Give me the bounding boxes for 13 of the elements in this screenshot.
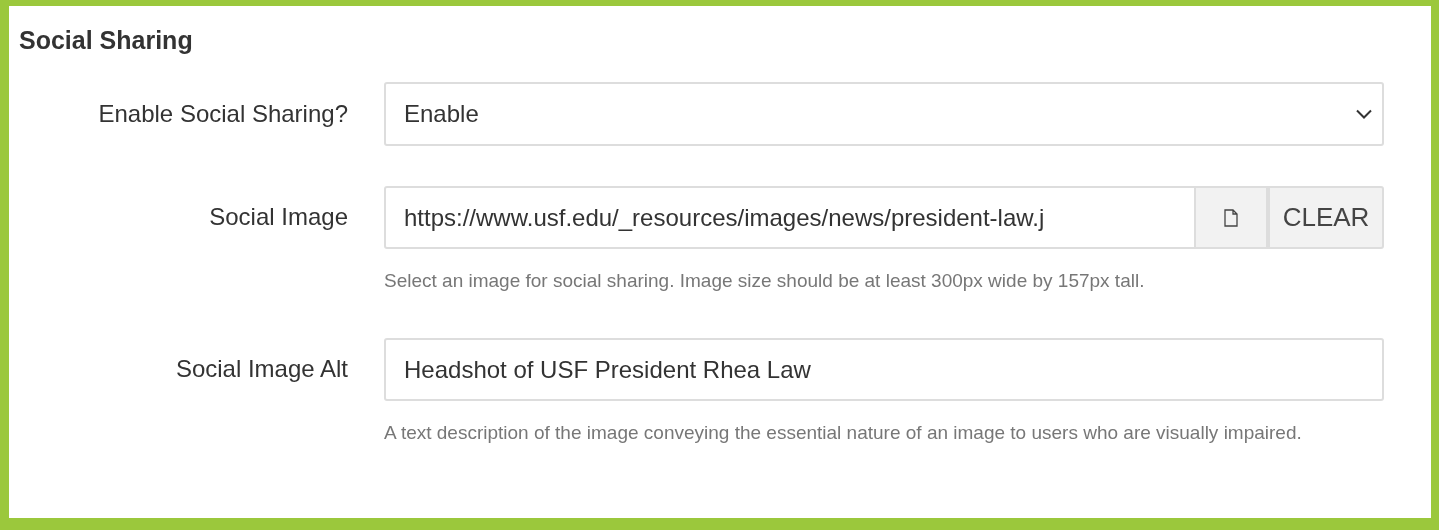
select-dropdown[interactable]: Enable bbox=[384, 82, 1384, 146]
text-input-field[interactable]: Headshot of USF President Rhea Law bbox=[384, 338, 1384, 401]
field-label: Social Image bbox=[208, 202, 349, 232]
clear-button[interactable]: CLEAR bbox=[1268, 186, 1384, 249]
file-icon bbox=[1224, 208, 1238, 227]
section-title: Social Sharing bbox=[19, 26, 194, 54]
field-label: Enable Social Sharing? bbox=[97, 99, 349, 129]
chevron-down-icon bbox=[1356, 109, 1372, 119]
help-text: Select an image for social sharing. Image size should be at least 300px wide by 157px tall. bbox=[384, 269, 1146, 293]
url-input-field[interactable]: https://www.usf.edu/_resources/images/news/president-law.j bbox=[384, 186, 1196, 249]
field-label: Social Image Alt bbox=[174, 354, 349, 384]
browse-button[interactable] bbox=[1196, 186, 1268, 249]
help-text: A text description of the image conveying the essential nature of an image to users who are visually impaired. bbox=[384, 421, 1303, 445]
